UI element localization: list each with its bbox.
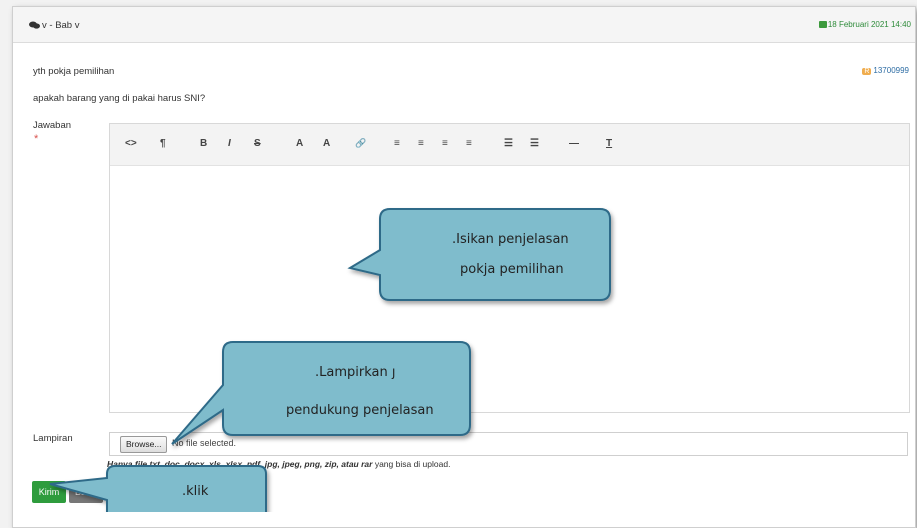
editor-callout-line2: pokja pemilihan bbox=[460, 262, 564, 277]
attach-callout-line2: pendukung penjelasan bbox=[286, 403, 434, 418]
click-callout-text: .klik bbox=[182, 484, 209, 499]
click-callout-shape bbox=[49, 465, 267, 512]
attach-callout-shape bbox=[171, 341, 471, 445]
editor-callout-line1: .Isikan penjelasan bbox=[452, 232, 569, 247]
editor-callout-shape bbox=[347, 208, 611, 301]
annotation-callouts bbox=[49, 208, 611, 512]
attach-callout-line1: .Lampirkan ȷ bbox=[315, 365, 396, 380]
